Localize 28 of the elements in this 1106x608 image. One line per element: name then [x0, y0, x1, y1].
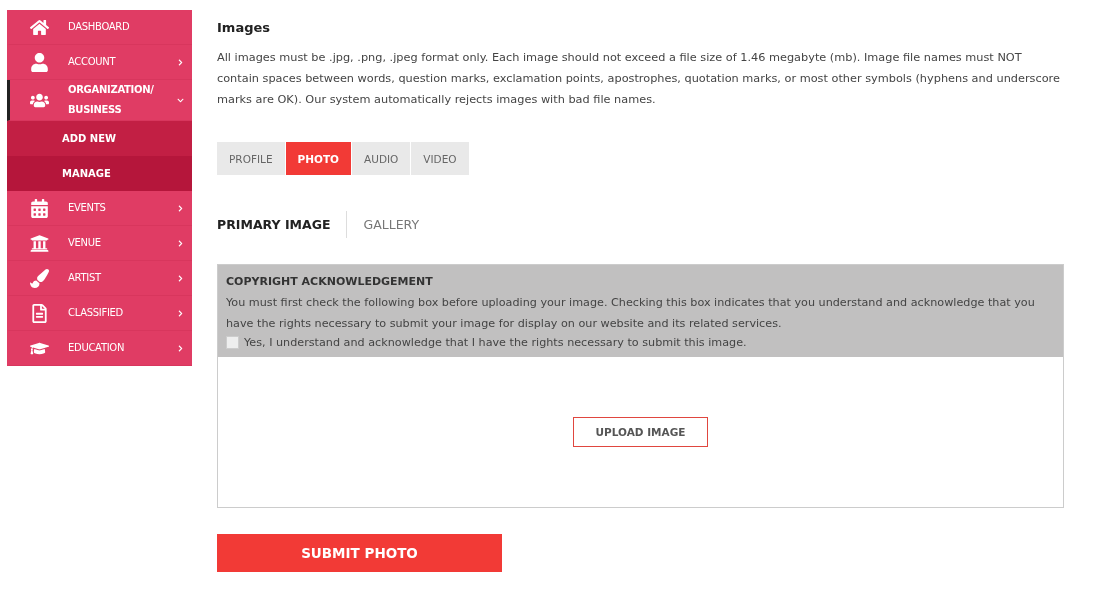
tab[interactable]: PROFILE — [217, 142, 285, 175]
building-icon — [28, 233, 50, 253]
sidebar-item[interactable]: EDUCATION — [7, 331, 192, 366]
subtab[interactable]: PRIMARY IMAGE — [217, 211, 347, 238]
copyright-title: COPYRIGHT ACKNOWLEDGEMENT — [226, 275, 434, 288]
tab[interactable]: VIDEO — [411, 142, 469, 175]
section-heading: Images — [217, 20, 271, 35]
calendar-icon — [28, 198, 50, 218]
submit-photo-button[interactable]: SUBMIT PHOTO — [217, 534, 502, 572]
paintbrush-icon — [28, 268, 50, 288]
sidebar-item[interactable]: CLASSIFIED — [7, 296, 192, 331]
upload-image-button[interactable]: UPLOAD IMAGE — [573, 417, 708, 447]
instructions-text: All images must be .jpg, .png, .jpeg format only. Each image should not exceed a file size of 1.46 megabyte (mb). Image file names must NOT contain spaces between words, question marks, exclamation points, apostrophes, quotation marks, or most other symbols (hyphens and underscore marks are OK). Our system automatically rejects images with bad file names. — [217, 50, 1061, 108]
sidebar-item[interactable]: VENUE — [7, 226, 192, 261]
checkbox[interactable] — [226, 336, 239, 349]
submenu-item[interactable]: ADD NEW — [7, 121, 192, 156]
sidebar-item[interactable]: DASHBOARD — [7, 10, 192, 45]
subtab[interactable]: GALLERY — [346, 211, 436, 238]
sidebar-item[interactable]: ACCOUNT — [7, 45, 192, 80]
sidebar-item[interactable]: EVENTS — [7, 191, 192, 226]
person-icon — [28, 52, 50, 72]
house-icon — [28, 17, 50, 37]
tab[interactable]: AUDIO — [352, 142, 411, 175]
tab[interactable]: PHOTO — [285, 142, 351, 175]
copyright-text: You must first check the following box before uploading your image. Checking this box indicates that you understand and acknowledge that you have the rights necessary to submit your image for display on our website and its related services. — [226, 295, 1036, 332]
sidebar-item[interactable]: ARTIST — [7, 261, 192, 296]
checkbox-label: Yes, I understand and acknowledge that I have the rights necessary to submit this image. — [244, 336, 747, 349]
submenu-item[interactable]: MANAGE — [7, 156, 192, 191]
